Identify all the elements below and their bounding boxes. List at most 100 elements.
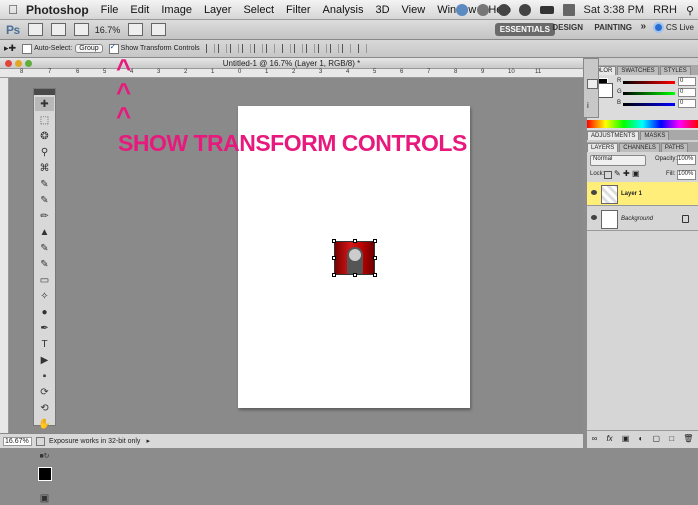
- color-spectrum[interactable]: [587, 120, 698, 128]
- green-slider[interactable]: [623, 92, 675, 95]
- red-value[interactable]: 0: [678, 77, 696, 86]
- move-tool-preset-icon[interactable]: ▸✚: [4, 43, 16, 54]
- transform-handle[interactable]: [332, 239, 336, 243]
- apple-icon[interactable]: : [0, 2, 26, 17]
- align-right-icon[interactable]: [265, 44, 275, 53]
- new-group-icon[interactable]: ▢: [653, 434, 661, 443]
- tab-masks[interactable]: MASKS: [640, 131, 670, 140]
- layer-style-icon[interactable]: fx: [606, 434, 612, 443]
- auto-select-dropdown[interactable]: Group: [75, 44, 103, 53]
- lock-transparent-icon[interactable]: [604, 171, 612, 179]
- arrange-documents-icon[interactable]: [128, 23, 144, 36]
- menubar-user[interactable]: RRH: [653, 4, 677, 16]
- transform-handle[interactable]: [332, 256, 336, 260]
- cs-live-button[interactable]: CS Live: [652, 22, 694, 33]
- transform-handle[interactable]: [373, 273, 377, 277]
- transform-handle[interactable]: [332, 273, 336, 277]
- tools-panel-header[interactable]: [34, 89, 55, 95]
- layer-row-layer-1[interactable]: Layer 1: [587, 182, 698, 206]
- delete-layer-icon[interactable]: 🗑: [683, 434, 693, 443]
- distribute-vcenter-icon[interactable]: [293, 44, 303, 53]
- dodge-tool-icon[interactable]: ●: [35, 305, 54, 319]
- layer-name[interactable]: Background: [621, 216, 653, 222]
- fill-field[interactable]: 100%: [677, 170, 696, 180]
- type-tool-icon[interactable]: T: [35, 337, 54, 351]
- default-colors-icon[interactable]: ■↻: [35, 449, 54, 463]
- brush-tool-icon[interactable]: ✏: [35, 209, 54, 223]
- menu-analysis[interactable]: Analysis: [323, 4, 364, 16]
- pen-tool-icon[interactable]: ✒: [35, 321, 54, 335]
- link-layers-icon[interactable]: ∞: [592, 434, 598, 443]
- quick-mask-icon[interactable]: ▣: [35, 491, 54, 505]
- align-top-icon[interactable]: [205, 44, 215, 53]
- workspace-design[interactable]: DESIGN: [552, 23, 583, 32]
- 3d-rotate-tool-icon[interactable]: ⟳: [35, 385, 54, 399]
- tab-paths[interactable]: PATHS: [660, 143, 689, 152]
- adjustment-layer-icon[interactable]: ◐: [639, 434, 644, 443]
- mini-bridge-icon[interactable]: [50, 23, 66, 36]
- blur-tool-icon[interactable]: ✧: [35, 289, 54, 303]
- volume-icon[interactable]: [518, 4, 531, 16]
- blue-value[interactable]: 0: [678, 99, 696, 108]
- clone-stamp-tool-icon[interactable]: ▲: [35, 225, 54, 239]
- healing-brush-tool-icon[interactable]: ✎: [35, 193, 54, 207]
- zoom-level[interactable]: 16.7%: [95, 25, 121, 35]
- status-info-icon[interactable]: [36, 436, 45, 446]
- auto-select-checkbox[interactable]: [22, 43, 33, 54]
- histogram-icon[interactable]: [587, 79, 598, 89]
- menu-view[interactable]: View: [402, 4, 426, 16]
- status-menu-arrow-icon[interactable]: ▸: [146, 437, 150, 445]
- zoom-window-icon[interactable]: [25, 60, 32, 67]
- green-value[interactable]: 0: [678, 88, 696, 97]
- distribute-right-icon[interactable]: [341, 44, 351, 53]
- lock-all-icon[interactable]: ▣: [632, 169, 640, 178]
- horizontal-ruler[interactable]: 8 7 6 5 4 3 2 1 0 1 2 3 4 5 6 7 8 9 10 1…: [0, 69, 583, 78]
- shape-tool-icon[interactable]: ▪: [35, 369, 54, 383]
- status-zoom[interactable]: 16.67%: [3, 436, 32, 446]
- lock-position-icon[interactable]: ✚: [623, 169, 630, 178]
- background-color[interactable]: [598, 83, 613, 98]
- transform-handle[interactable]: [373, 256, 377, 260]
- info-panel-icon[interactable]: i: [587, 101, 589, 110]
- quick-select-tool-icon[interactable]: ⚲: [35, 145, 54, 159]
- align-left-icon[interactable]: [241, 44, 251, 53]
- tab-adjustments[interactable]: ADJUSTMENTS: [587, 131, 640, 140]
- align-bottom-icon[interactable]: [229, 44, 239, 53]
- tab-layers[interactable]: LAYERS: [587, 143, 619, 152]
- transform-handle[interactable]: [353, 239, 357, 243]
- gradient-tool-icon[interactable]: ▭: [35, 273, 54, 287]
- history-brush-tool-icon[interactable]: ✎: [35, 241, 54, 255]
- distribute-left-icon[interactable]: [317, 44, 327, 53]
- layer-photo-selected[interactable]: [332, 239, 377, 277]
- lock-pixels-icon[interactable]: ✎: [614, 169, 621, 178]
- foreground-color-swatch[interactable]: [35, 465, 54, 483]
- transform-handle[interactable]: [353, 273, 357, 277]
- auto-align-layers-icon[interactable]: [357, 44, 367, 53]
- status-icon[interactable]: [455, 4, 468, 16]
- menu-file[interactable]: File: [101, 4, 119, 16]
- spotlight-icon[interactable]: ⚲: [686, 4, 694, 17]
- red-slider[interactable]: [623, 81, 675, 84]
- tab-channels[interactable]: CHANNELS: [619, 143, 660, 152]
- menubar-clock[interactable]: Sat 3:38 PM: [584, 4, 645, 16]
- screen-mode-icon[interactable]: [151, 23, 167, 36]
- bridge-icon[interactable]: [27, 23, 43, 36]
- workspace-painting[interactable]: PAINTING: [594, 23, 632, 32]
- tab-swatches[interactable]: SWATCHES: [617, 66, 659, 75]
- time-machine-icon[interactable]: [476, 4, 489, 16]
- path-selection-tool-icon[interactable]: ▶: [35, 353, 54, 367]
- layer-row-background[interactable]: Background: [587, 207, 698, 231]
- blend-mode-dropdown[interactable]: Normal: [590, 155, 646, 166]
- align-hcenter-icon[interactable]: [253, 44, 263, 53]
- hand-tool-icon[interactable]: ✋: [35, 417, 54, 431]
- crop-tool-icon[interactable]: ⌘: [35, 161, 54, 175]
- eyedropper-tool-icon[interactable]: ✎: [35, 177, 54, 191]
- marquee-tool-icon[interactable]: ⬚: [35, 113, 54, 127]
- new-layer-icon[interactable]: □: [669, 434, 674, 443]
- distribute-bottom-icon[interactable]: [305, 44, 315, 53]
- close-window-icon[interactable]: [5, 60, 12, 67]
- document-title-bar[interactable]: Untitled-1 @ 16.7% (Layer 1, RGB/8) *: [0, 58, 583, 69]
- tab-styles[interactable]: STYLES: [659, 66, 691, 75]
- move-tool-icon[interactable]: ✚: [35, 97, 54, 111]
- add-mask-icon[interactable]: ▣: [622, 434, 630, 443]
